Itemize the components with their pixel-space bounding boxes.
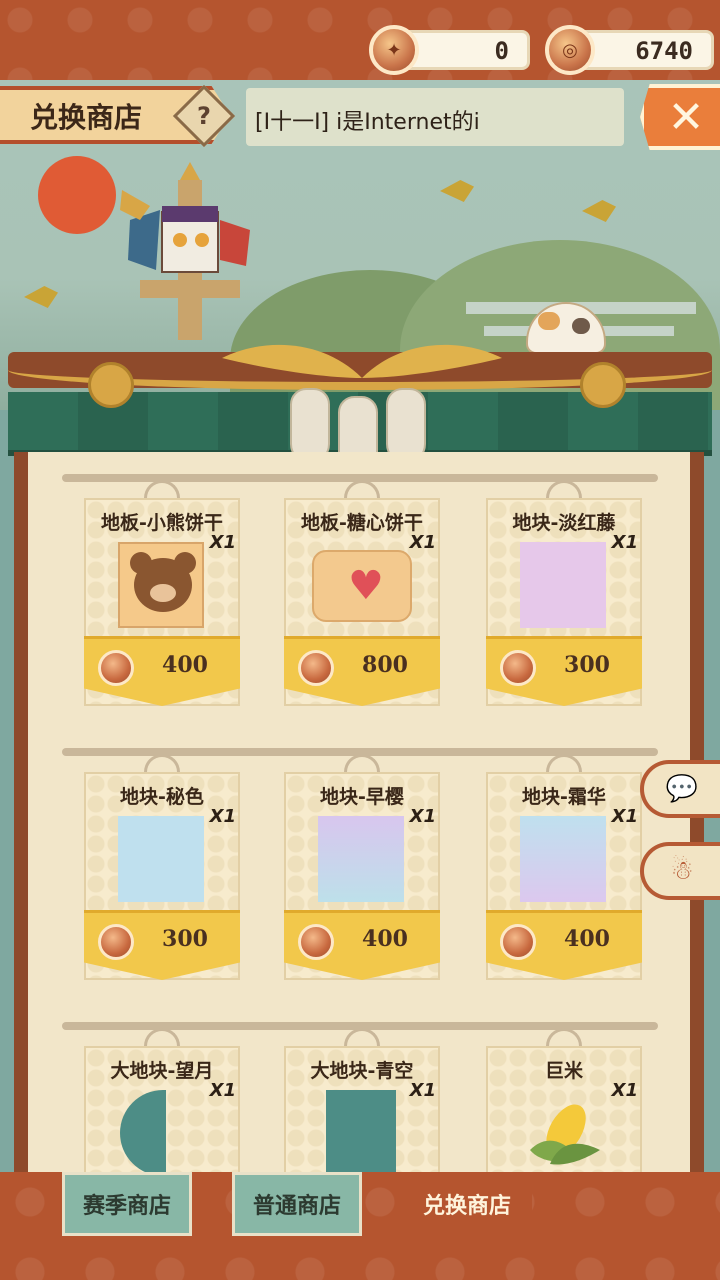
page-title: 兑换商店 — [30, 101, 143, 134]
item-price: 400 — [362, 926, 408, 952]
item-name: 地板-糖心饼干 — [301, 512, 423, 534]
item-price: 300 — [564, 652, 610, 678]
golden-wings-icon — [222, 344, 502, 378]
tab-normal-shop[interactable]: 普通商店 — [232, 1172, 362, 1236]
card-hanger — [144, 754, 180, 774]
close-button[interactable]: ✕ — [640, 84, 720, 150]
bell-icon — [580, 362, 626, 408]
exchange-coin-value: 6740 — [635, 37, 693, 65]
tab-season-shop[interactable]: 赛季商店 — [62, 1172, 192, 1236]
card-hanger — [546, 480, 582, 500]
bell-icon — [88, 362, 134, 408]
item-quantity: X1 — [611, 1080, 638, 1101]
close-icon: ✕ — [667, 91, 705, 143]
card-hanger — [144, 480, 180, 500]
item-name: 巨米 — [544, 1060, 583, 1082]
card-hanger — [344, 754, 380, 774]
item-name: 地块-秘色 — [120, 786, 204, 808]
item-price: 400 — [162, 652, 208, 678]
item-name: 大地块-望月 — [110, 1060, 214, 1082]
tile-swatch-icon — [326, 1090, 396, 1176]
card-hanger — [344, 480, 380, 500]
bear-cookie-icon — [118, 542, 204, 628]
shop-item-card[interactable]: 地块-霜华 X1 400 — [486, 754, 642, 980]
item-quantity: X1 — [409, 1080, 436, 1101]
shop-item-card[interactable]: 地块-秘色 X1 300 — [84, 754, 240, 980]
item-name: 大地块-青空 — [310, 1060, 414, 1082]
exchange-coin-icon — [298, 650, 334, 686]
card-hanger — [546, 754, 582, 774]
item-quantity: X1 — [209, 532, 236, 553]
item-name: 地块-早樱 — [320, 786, 404, 808]
item-name: 地板-小熊饼干 — [101, 512, 223, 534]
heart-cookie-icon: ♥ — [312, 550, 412, 622]
card-hanger — [144, 1028, 180, 1048]
season-token-icon: ✦ — [369, 25, 419, 75]
item-price: 300 — [162, 926, 208, 952]
scarecrow-totem-icon — [120, 162, 250, 340]
character-icon: ☃ — [670, 856, 694, 886]
card-hanger — [344, 1028, 380, 1048]
character-button[interactable]: ☃ — [640, 842, 720, 900]
item-quantity: X1 — [209, 806, 236, 827]
tile-swatch-icon — [118, 816, 204, 902]
exchange-coin-icon — [98, 924, 134, 960]
corn-icon — [530, 1104, 600, 1165]
item-name: 地块-霜华 — [522, 786, 606, 808]
announcement-text: [I十一I] i是Internet的i — [255, 110, 480, 135]
chat-button[interactable]: 💬 — [640, 760, 720, 818]
tile-swatch-icon — [520, 542, 606, 628]
exchange-coin-icon — [298, 924, 334, 960]
question-icon: ? — [197, 102, 211, 130]
shop-item-card[interactable]: 地板-糖心饼干 X1 ♥ 800 — [284, 480, 440, 706]
tile-swatch-icon — [318, 816, 404, 902]
exchange-coin-icon — [500, 650, 536, 686]
shop-item-card[interactable]: 地块-早樱 X1 400 — [284, 754, 440, 980]
sun-icon — [38, 156, 116, 234]
chat-icon: 💬 — [665, 774, 699, 804]
item-quantity: X1 — [611, 806, 638, 827]
item-quantity: X1 — [409, 806, 436, 827]
shop-item-card[interactable]: 地板-小熊饼干 X1 400 — [84, 480, 240, 706]
item-name: 地块-淡红藤 — [512, 512, 616, 534]
tile-swatch-icon — [520, 816, 606, 902]
season-token-counter: ✦ 0 — [369, 25, 530, 75]
shop-item-card[interactable]: 地块-淡红藤 X1 300 — [486, 480, 642, 706]
item-quantity: X1 — [409, 532, 436, 553]
exchange-coin-icon: ◎ — [545, 25, 595, 75]
exchange-coin-counter: ◎ 6740 — [545, 25, 714, 75]
item-price: 400 — [564, 926, 610, 952]
card-hanger — [546, 1028, 582, 1048]
exchange-coin-icon — [500, 924, 536, 960]
exchange-coin-icon — [98, 650, 134, 686]
item-quantity: X1 — [209, 1080, 236, 1101]
item-quantity: X1 — [611, 532, 638, 553]
item-price: 800 — [362, 652, 408, 678]
season-token-value: 0 — [494, 37, 509, 65]
tab-exchange-shop[interactable]: 兑换商店 — [402, 1172, 532, 1236]
